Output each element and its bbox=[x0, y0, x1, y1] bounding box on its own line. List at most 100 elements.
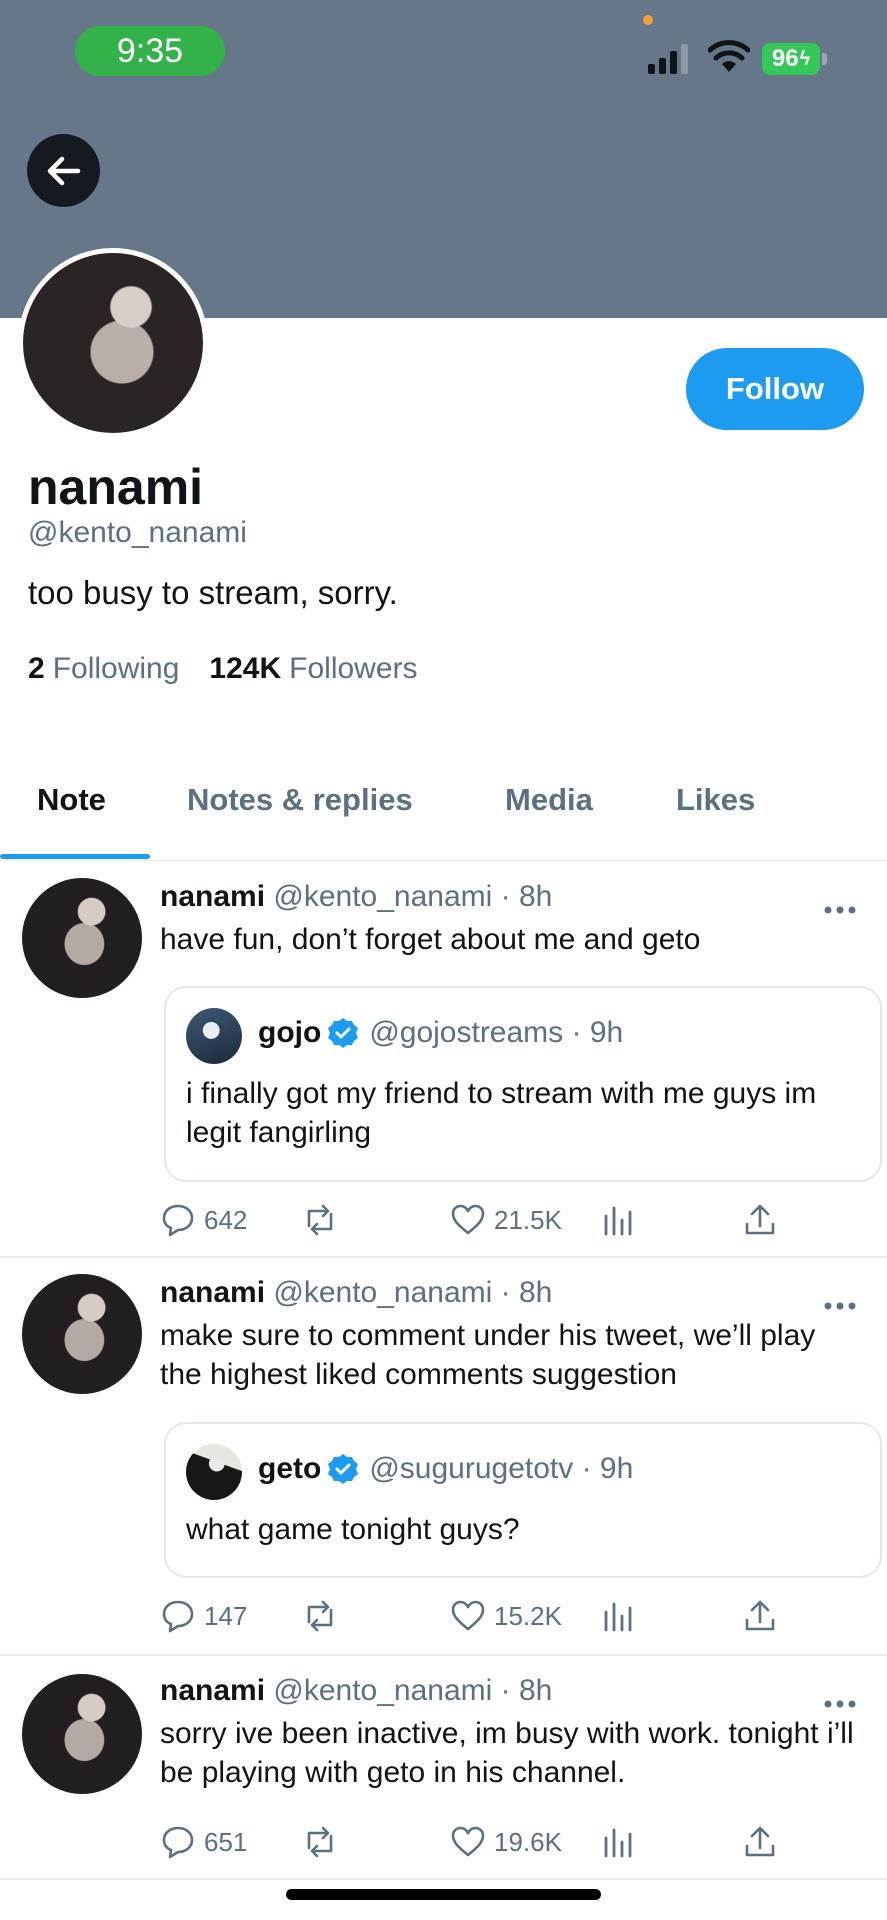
profile-avatar[interactable] bbox=[18, 248, 208, 438]
note-author-avatar[interactable] bbox=[22, 1674, 142, 1794]
profile-bio: too busy to stream, sorry. bbox=[28, 574, 398, 611]
like-count: 19.6K bbox=[494, 1826, 562, 1857]
repost-button[interactable] bbox=[302, 1202, 338, 1238]
tab-media[interactable]: Media bbox=[505, 782, 593, 818]
quoted-note-time: 9h bbox=[589, 1016, 624, 1049]
reply-button[interactable]: 642 bbox=[160, 1202, 247, 1238]
following-link[interactable]: 2 Following bbox=[28, 652, 179, 686]
quoted-note[interactable]: gojo @gojostreams · 9h i finally got my … bbox=[164, 986, 882, 1182]
note-header: nanami @kento_nanami · 8h bbox=[160, 1276, 553, 1309]
tab-likes[interactable]: Likes bbox=[676, 782, 755, 818]
reply-button[interactable]: 651 bbox=[160, 1824, 247, 1860]
note-author-name: nanami bbox=[160, 1276, 266, 1309]
arrow-left-icon bbox=[47, 156, 80, 185]
reply-count: 147 bbox=[204, 1600, 248, 1631]
active-tab-indicator bbox=[0, 854, 150, 859]
reply-button[interactable]: 147 bbox=[160, 1598, 247, 1634]
quoted-author-handle: @gojostreams bbox=[369, 1016, 564, 1049]
views-button[interactable] bbox=[600, 1202, 636, 1238]
note-header: nanami @kento_nanami · 8h bbox=[160, 1674, 553, 1707]
repost-icon bbox=[307, 1600, 333, 1632]
heart-icon bbox=[451, 1204, 485, 1235]
note-author-avatar[interactable] bbox=[22, 878, 142, 998]
more-options-icon[interactable] bbox=[820, 900, 860, 920]
heart-icon bbox=[451, 1826, 485, 1857]
followers-count: 124K bbox=[209, 652, 282, 685]
tabs-divider bbox=[0, 860, 887, 861]
repost-icon bbox=[307, 1826, 333, 1858]
like-count: 15.2K bbox=[494, 1600, 562, 1631]
note-text: make sure to comment under his tweet, we… bbox=[160, 1319, 816, 1391]
profile-handle: @kento_nanami bbox=[28, 516, 247, 549]
like-button[interactable]: 15.2K bbox=[450, 1598, 562, 1634]
views-button[interactable] bbox=[600, 1598, 636, 1634]
note-header: nanami @kento_nanami · 8h bbox=[160, 880, 553, 913]
charging-bolt-icon: ϟ bbox=[799, 47, 811, 70]
back-button[interactable] bbox=[27, 134, 100, 207]
cellular-signal-icon bbox=[648, 44, 688, 74]
like-button[interactable]: 21.5K bbox=[450, 1202, 562, 1238]
share-button[interactable] bbox=[742, 1824, 778, 1860]
note-item[interactable]: nanami @kento_nanami · 8h have fun, don’… bbox=[0, 862, 887, 1258]
note-time: 8h bbox=[518, 880, 553, 913]
reply-count: 651 bbox=[204, 1826, 248, 1857]
bar-chart-icon bbox=[604, 1206, 632, 1236]
home-indicator[interactable] bbox=[286, 1889, 601, 1900]
quoted-author-avatar bbox=[186, 1444, 242, 1500]
share-icon bbox=[745, 1600, 775, 1631]
reply-count: 642 bbox=[204, 1204, 248, 1235]
quoted-author-handle: @sugurugetotv bbox=[369, 1452, 574, 1485]
privacy-indicator-dot bbox=[643, 15, 653, 25]
verified-badge-icon bbox=[328, 1018, 359, 1048]
note-author-handle: @kento_nanami bbox=[273, 880, 493, 913]
wifi-icon bbox=[708, 40, 750, 72]
note-author-handle: @kento_nanami bbox=[273, 1674, 493, 1707]
quoted-note[interactable]: geto @sugurugetotv · 9h what game tonigh… bbox=[164, 1422, 882, 1578]
battery-level: 96 bbox=[771, 45, 799, 72]
quoted-author-name: gojo bbox=[258, 1016, 322, 1049]
quoted-author-name: geto bbox=[258, 1452, 322, 1485]
reply-icon bbox=[162, 1204, 194, 1237]
tab-notes-replies[interactable]: Notes & replies bbox=[187, 782, 413, 818]
like-button[interactable]: 19.6K bbox=[450, 1824, 562, 1860]
quoted-note-text: what game tonight guys? bbox=[186, 1513, 520, 1546]
note-time: 8h bbox=[518, 1674, 553, 1707]
more-options-icon[interactable] bbox=[820, 1694, 860, 1714]
follow-button[interactable]: Follow bbox=[686, 348, 864, 430]
quoted-note-header: gojo @gojostreams · 9h bbox=[258, 1016, 624, 1049]
note-text: sorry ive been inactive, im busy with wo… bbox=[160, 1717, 854, 1789]
share-button[interactable] bbox=[742, 1598, 778, 1634]
followers-label: Followers bbox=[289, 652, 418, 685]
repost-icon bbox=[307, 1204, 333, 1236]
bar-chart-icon bbox=[604, 1828, 632, 1858]
note-item[interactable]: nanami @kento_nanami · 8h make sure to c… bbox=[0, 1258, 887, 1656]
note-author-name: nanami bbox=[160, 880, 266, 913]
note-item[interactable]: nanami @kento_nanami · 8h sorry ive been… bbox=[0, 1656, 887, 1880]
reply-icon bbox=[162, 1826, 194, 1859]
like-count: 21.5K bbox=[494, 1204, 562, 1235]
note-actions: 642 21.5K bbox=[160, 1202, 800, 1242]
reply-icon bbox=[162, 1600, 194, 1633]
bar-chart-icon bbox=[604, 1602, 632, 1632]
share-icon bbox=[745, 1826, 775, 1857]
note-actions: 651 19.6K bbox=[160, 1824, 800, 1864]
share-icon bbox=[745, 1204, 775, 1235]
more-options-icon[interactable] bbox=[820, 1296, 860, 1316]
followers-link[interactable]: 124K Followers bbox=[209, 652, 417, 686]
profile-stats: 2 Following 124K Followers bbox=[28, 652, 418, 686]
repost-button[interactable] bbox=[302, 1824, 338, 1860]
quoted-note-header: geto @sugurugetotv · 9h bbox=[258, 1452, 634, 1485]
note-text: have fun, don’t forget about me and geto bbox=[160, 923, 701, 956]
note-author-handle: @kento_nanami bbox=[273, 1276, 493, 1309]
following-count: 2 bbox=[28, 652, 45, 685]
repost-button[interactable] bbox=[302, 1598, 338, 1634]
share-button[interactable] bbox=[742, 1202, 778, 1238]
quoted-author-avatar bbox=[186, 1008, 242, 1064]
quoted-note-time: 9h bbox=[599, 1452, 634, 1485]
tab-note[interactable]: Note bbox=[37, 782, 106, 818]
views-button[interactable] bbox=[600, 1824, 636, 1860]
heart-icon bbox=[451, 1600, 485, 1631]
note-actions: 147 15.2K bbox=[160, 1598, 800, 1638]
following-label: Following bbox=[52, 652, 180, 685]
note-author-avatar[interactable] bbox=[22, 1274, 142, 1394]
